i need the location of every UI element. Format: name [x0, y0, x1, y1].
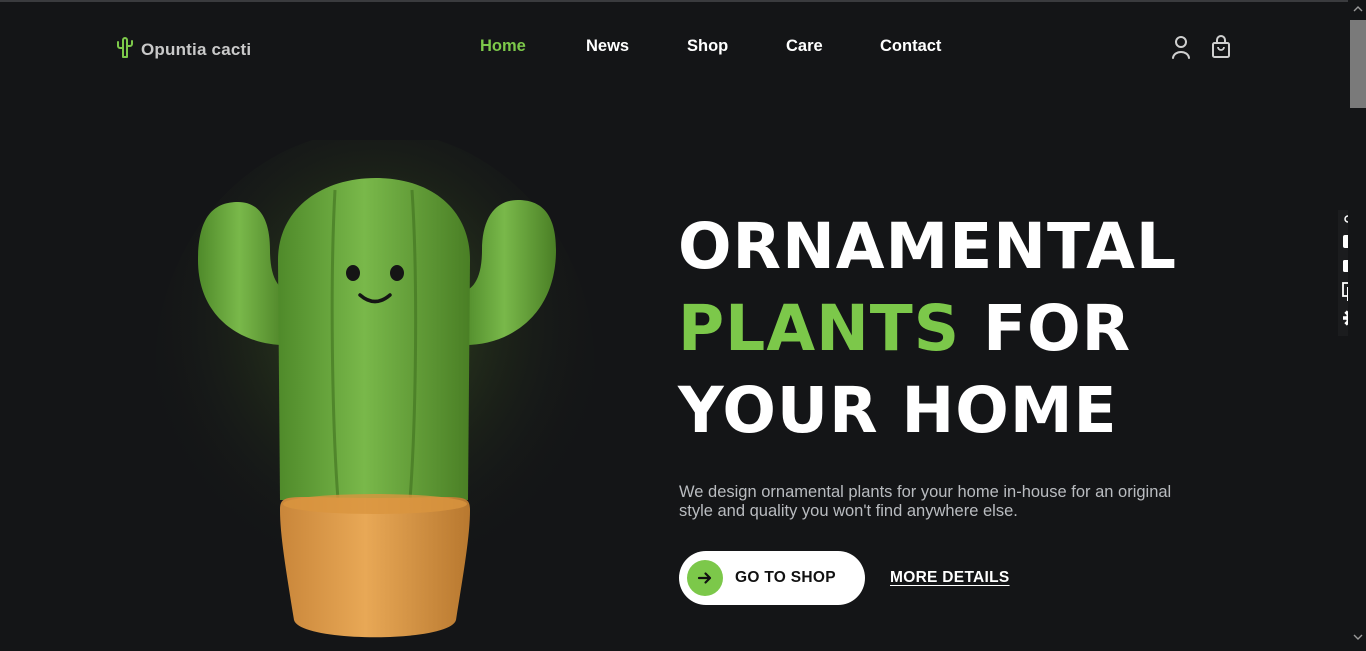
nav-shop[interactable]: Shop — [687, 37, 728, 56]
shopping-bag-icon[interactable] — [1210, 34, 1232, 60]
go-to-shop-button[interactable]: GO TO SHOP — [679, 551, 865, 605]
cactus-in-pot-illustration — [150, 130, 620, 646]
header-actions — [1170, 34, 1232, 60]
hero-description: We design ornamental plants for your hom… — [679, 482, 1172, 520]
chevron-down-icon[interactable] — [1352, 630, 1364, 642]
headline-accent-word: PLANTS — [678, 292, 961, 365]
window-top-border — [0, 0, 1366, 2]
arrow-right-icon — [687, 560, 723, 596]
logo[interactable]: Opuntia cacti — [116, 36, 251, 63]
scrollbar-thumb[interactable] — [1350, 20, 1366, 108]
headline-line-3: YOUR HOME — [678, 374, 1118, 447]
headline-line-2: PLANTS FOR — [678, 288, 1318, 370]
nav-home[interactable]: Home — [480, 37, 526, 56]
chevron-up-icon[interactable] — [1352, 2, 1364, 14]
headline-line-1: ORNAMENTAL — [678, 210, 1177, 283]
headline-line-2-rest: FOR — [983, 292, 1132, 365]
more-details-link[interactable]: MORE DETAILS — [890, 569, 1010, 587]
nav-contact[interactable]: Contact — [880, 37, 941, 56]
hero-headline: ORNAMENTAL PLANTS FOR YOUR HOME — [678, 206, 1318, 452]
cactus-icon — [116, 36, 134, 63]
go-to-shop-label: GO TO SHOP — [735, 569, 836, 586]
nav-news[interactable]: News — [586, 37, 629, 56]
logo-text: Opuntia cacti — [141, 39, 252, 59]
nav-care[interactable]: Care — [786, 37, 823, 56]
user-icon[interactable] — [1170, 34, 1192, 60]
